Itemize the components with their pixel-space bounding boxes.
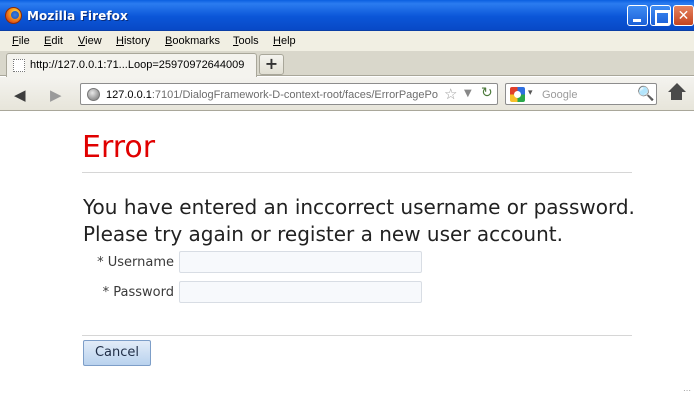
url-bar[interactable]: 127.0.0.1:7101/DialogFramework-D-context…: [80, 83, 498, 105]
search-input[interactable]: Google: [542, 89, 577, 101]
firefox-logo-icon: [5, 7, 22, 24]
tab-strip: http://127.0.0.1:71...Loop=2597097264400…: [0, 51, 694, 77]
magnifier-icon[interactable]: 🔍: [637, 86, 654, 102]
error-message-line1: You have entered an inccorrect username …: [83, 195, 635, 219]
tab-label: http://127.0.0.1:71...Loop=2597097264400…: [30, 59, 245, 71]
menu-help[interactable]: Help: [273, 35, 296, 47]
tab-active[interactable]: http://127.0.0.1:71...Loop=2597097264400…: [6, 53, 257, 77]
url-host: 127.0.0.1: [106, 89, 152, 101]
password-label: * Password: [102, 285, 174, 300]
menu-tools[interactable]: Tools: [233, 35, 259, 47]
menu-bookmarks[interactable]: Bookmarks: [165, 35, 220, 47]
menu-history[interactable]: History: [116, 35, 150, 47]
close-window-button[interactable]: ✕: [673, 5, 694, 26]
new-tab-button[interactable]: +: [259, 54, 284, 75]
maximize-icon[interactable]: [650, 5, 671, 26]
back-arrow-icon[interactable]: ◀: [14, 86, 26, 104]
menu-file[interactable]: File: [12, 35, 30, 47]
reload-icon[interactable]: ↻: [481, 85, 493, 101]
home-icon[interactable]: [667, 83, 687, 103]
resize-grip-icon[interactable]: ⋯: [683, 386, 691, 394]
history-dropdown-icon[interactable]: ▼: [464, 88, 472, 99]
menu-bar: File Edit View History Bookmarks Tools H…: [0, 31, 694, 51]
error-message-line2: Please try again or register a new user …: [83, 222, 563, 246]
password-field[interactable]: [179, 281, 422, 303]
url-path: :7101/DialogFramework-D-context-root/fac…: [151, 89, 438, 101]
search-engine-dropdown-icon[interactable]: ▾: [528, 88, 533, 98]
globe-icon[interactable]: [87, 88, 100, 101]
error-title: Error: [82, 130, 156, 165]
forward-arrow-icon[interactable]: ▶: [50, 86, 62, 104]
minimize-icon[interactable]: [627, 5, 648, 26]
page-content: Error You have entered an inccorrect use…: [0, 112, 694, 394]
window-title: Mozilla Firefox: [27, 9, 128, 23]
title-divider: [82, 172, 632, 173]
form-divider: [82, 335, 632, 336]
blank-page-icon: [13, 59, 25, 72]
bookmark-star-icon[interactable]: ☆: [444, 85, 457, 103]
navigation-toolbar: ◀ ▶ 127.0.0.1:7101/DialogFramework-D-con…: [0, 77, 694, 111]
search-bar[interactable]: ▾ Google 🔍: [505, 83, 657, 105]
menu-edit[interactable]: Edit: [44, 35, 63, 47]
url-text[interactable]: 127.0.0.1:7101/DialogFramework-D-context…: [106, 89, 438, 101]
username-field[interactable]: [179, 251, 422, 273]
error-message: You have entered an inccorrect username …: [83, 194, 643, 248]
close-icon: ✕: [677, 8, 690, 24]
cancel-button[interactable]: Cancel: [83, 340, 151, 366]
window-titlebar: Mozilla Firefox ✕: [0, 0, 694, 31]
menu-view[interactable]: View: [78, 35, 102, 47]
username-label: * Username: [97, 255, 174, 270]
google-engine-icon[interactable]: [510, 87, 525, 102]
